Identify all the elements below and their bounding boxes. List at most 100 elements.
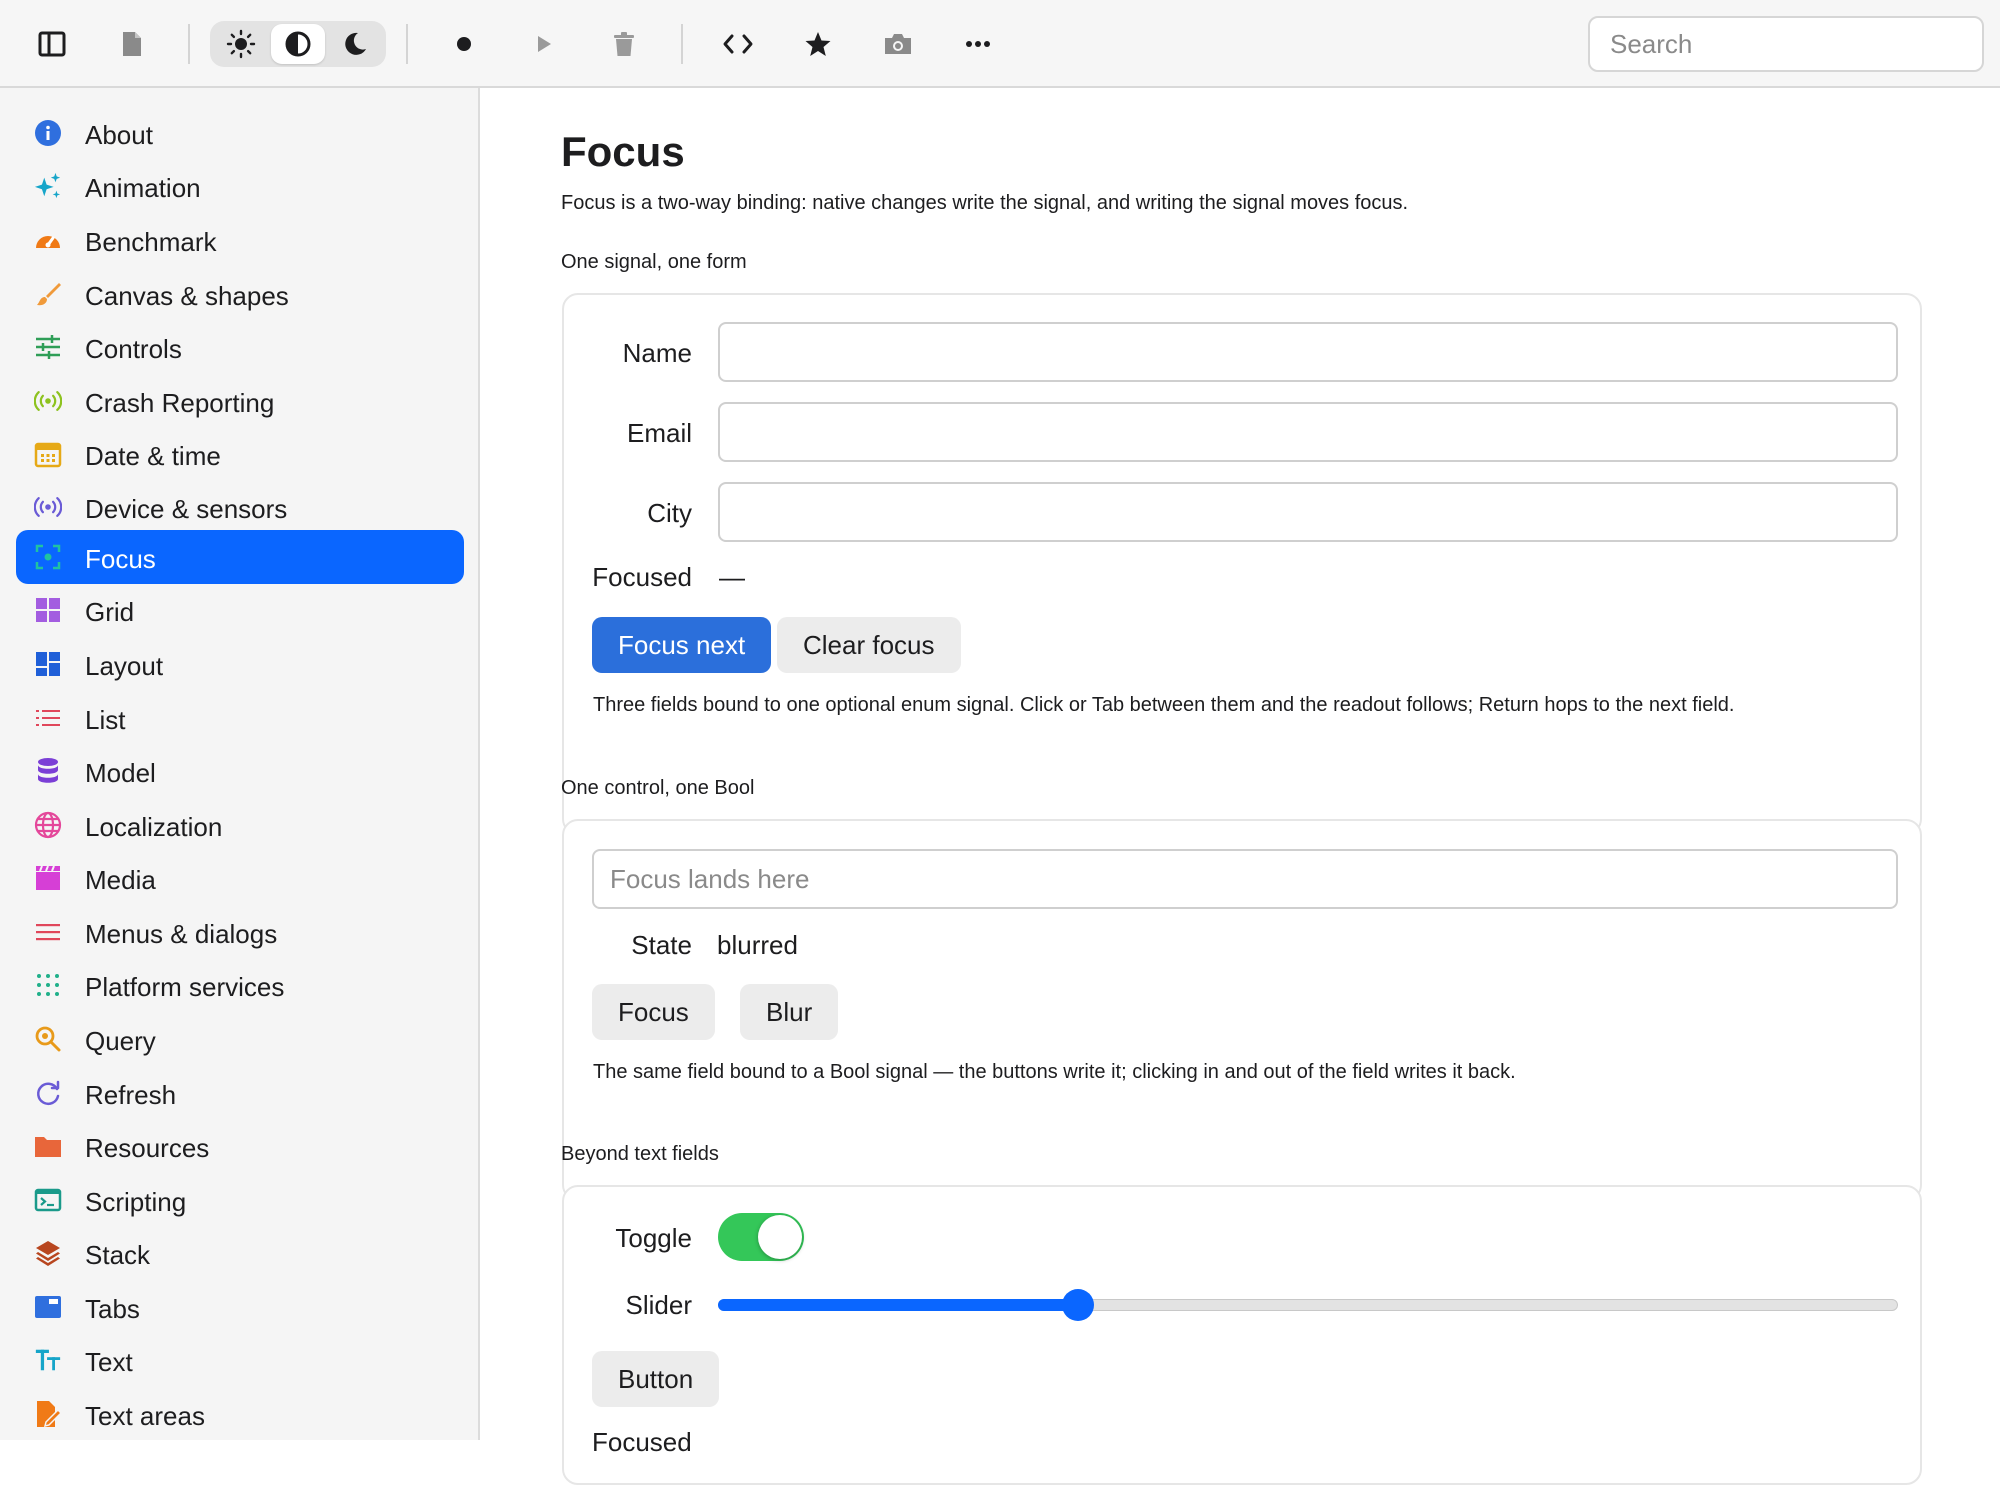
folder-icon (34, 1132, 62, 1160)
search-input[interactable] (1588, 16, 1984, 72)
focus-button[interactable]: Focus (592, 984, 715, 1040)
sidebar-item-canvas-shapes[interactable]: Canvas & shapes (16, 268, 464, 320)
sidebar-item-media[interactable]: Media (16, 852, 464, 904)
database-icon (34, 757, 62, 785)
toolbar (0, 0, 2000, 88)
sidebar-item-tabs[interactable]: Tabs (16, 1281, 464, 1333)
refresh-icon (34, 1079, 62, 1107)
sidebar-item-device-sensors[interactable]: Device & sensors (16, 481, 464, 533)
city-field[interactable] (718, 482, 1898, 542)
sidebar-item-label: Query (85, 1026, 156, 1056)
email-label: Email (626, 418, 692, 448)
beyond-card: Toggle Slider Button Focused (562, 1185, 1922, 1485)
play-icon (538, 36, 551, 52)
focus-icon (34, 543, 62, 571)
section-heading: One control, one Bool (561, 777, 755, 799)
text-icon (34, 1346, 62, 1374)
sidebar-item-label: Device & sensors (85, 494, 288, 524)
main-content: Focus Focus is a two-way binding: native… (482, 88, 2000, 1485)
sidebar-item-model[interactable]: Model (16, 745, 464, 797)
sidebar-item-label: Controls (85, 334, 182, 364)
info-icon (34, 119, 62, 147)
name-field[interactable] (718, 322, 1898, 382)
sidebar-item-localization[interactable]: Localization (16, 799, 464, 851)
sidebar-item-platform-services[interactable]: Platform services (16, 959, 464, 1011)
sidebar-item-focus[interactable]: Focus (16, 530, 464, 584)
more-button[interactable] (954, 20, 1002, 68)
sidebar-item-benchmark[interactable]: Benchmark (16, 214, 464, 266)
sidebar-item-date-time[interactable]: Date & time (16, 428, 464, 480)
bool-help-text: The same field bound to a Bool signal — … (593, 1061, 1516, 1083)
sidebar-item-stack[interactable]: Stack (16, 1227, 464, 1279)
sidebar-item-about[interactable]: About (16, 107, 464, 159)
brush-icon (34, 280, 62, 308)
auto-mode-option[interactable] (271, 24, 325, 64)
sidebar-item-label: About (85, 120, 153, 150)
slider-thumb[interactable] (1061, 1289, 1094, 1321)
generic-button[interactable]: Button (592, 1351, 720, 1407)
sidebar-item-animation[interactable]: Animation (16, 160, 464, 212)
sidebar-toggle-button[interactable] (28, 20, 76, 68)
sidebar-item-resources[interactable]: Resources (16, 1120, 464, 1172)
sparkles-icon (34, 172, 62, 200)
light-mode-option[interactable] (214, 24, 268, 64)
sidebar-item-label: Media (85, 865, 156, 895)
dots-grid-icon (34, 971, 62, 999)
appearance-segmented-control (210, 21, 386, 67)
blur-button[interactable]: Blur (740, 984, 839, 1040)
sidebar-item-menus-dialogs[interactable]: Menus & dialogs (16, 906, 464, 958)
toolbar-divider (406, 24, 408, 64)
page-title: Focus (561, 128, 685, 175)
clear-focus-button[interactable]: Clear focus (777, 617, 961, 673)
slider[interactable] (718, 1287, 1898, 1321)
contrast-icon (285, 31, 311, 57)
sidebar-item-query[interactable]: Query (16, 1013, 464, 1065)
sidebar-item-grid[interactable]: Grid (16, 584, 464, 636)
code-icon (723, 34, 753, 54)
sidebar-item-scripting[interactable]: Scripting (16, 1174, 464, 1226)
favorite-button[interactable] (794, 20, 842, 68)
sidebar-item-list[interactable]: List (16, 692, 464, 744)
section-heading: Beyond text fields (561, 1143, 719, 1165)
sidebar-item-label: List (85, 705, 126, 735)
form-card: Name Email City Focused — Focus next Cle… (562, 293, 1922, 835)
sidebar-item-label: Stack (85, 1240, 151, 1270)
email-field[interactable] (718, 402, 1898, 462)
focused-label: Focused (592, 1427, 692, 1457)
focus-next-button[interactable]: Focus next (592, 617, 772, 673)
document-button[interactable] (108, 20, 156, 68)
more-icon (966, 41, 990, 47)
delete-button[interactable] (600, 20, 648, 68)
sidebar-item-label: Tabs (85, 1294, 140, 1324)
dark-mode-option[interactable] (328, 24, 382, 64)
sidebar-item-label: Text (85, 1347, 133, 1377)
city-label: City (647, 498, 692, 528)
toolbar-divider (681, 24, 683, 64)
sidebar-item-label: Refresh (85, 1080, 177, 1110)
sidebar-item-label: Model (85, 758, 156, 788)
play-button[interactable] (520, 20, 568, 68)
state-value: blurred (717, 930, 798, 960)
sidebar-item-refresh[interactable]: Refresh (16, 1067, 464, 1119)
slider-label: Slider (625, 1290, 692, 1320)
sidebar-item-text-areas[interactable]: Text areas (16, 1388, 464, 1440)
bool-card: State blurred Focus Blur The same field … (562, 819, 1922, 1201)
sidebar-item-layout[interactable]: Layout (16, 638, 464, 690)
toggle-switch[interactable] (718, 1213, 804, 1261)
name-label: Name (622, 338, 692, 368)
sidebar-item-controls[interactable]: Controls (16, 321, 464, 373)
sidebar-item-text[interactable]: Text (16, 1334, 464, 1386)
screenshot-button[interactable] (874, 20, 922, 68)
magnifier-icon (34, 1025, 62, 1053)
record-button[interactable] (440, 20, 488, 68)
sidebar-item-label: Animation (85, 173, 201, 203)
sidebar: About Animation Benchmark Canvas & shape… (0, 88, 480, 1440)
camera-icon (885, 34, 911, 54)
globe-icon (34, 811, 62, 839)
terminal-icon (34, 1186, 62, 1214)
sidebar-item-crash-reporting[interactable]: Crash Reporting (16, 375, 464, 427)
sensor-icon (34, 493, 62, 521)
bool-focus-field[interactable] (592, 849, 1898, 909)
code-button[interactable] (714, 20, 762, 68)
sidebar-item-label: Text areas (85, 1401, 205, 1431)
